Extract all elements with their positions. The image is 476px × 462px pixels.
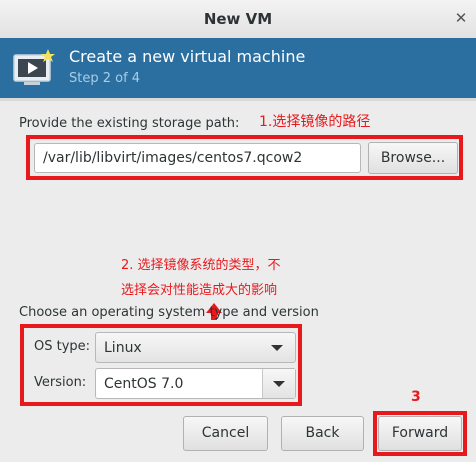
- chevron-down-icon: [271, 345, 283, 351]
- storage-path-label: Provide the existing storage path:: [19, 116, 240, 131]
- window-title: New VM: [203, 10, 273, 28]
- os-type-label: OS type:: [34, 339, 91, 354]
- os-section-label: Choose an operating system type and vers…: [19, 305, 319, 320]
- title-bar: New VM ✕: [0, 0, 476, 39]
- back-button[interactable]: Back: [281, 416, 364, 451]
- annotation-step1: 1.选择镜像的路径: [259, 114, 371, 130]
- os-type-value: Linux: [104, 340, 142, 356]
- os-version-label: Version:: [34, 375, 87, 390]
- page-heading: Create a new virtual machine: [69, 47, 306, 66]
- close-icon[interactable]: ✕: [446, 0, 476, 36]
- annotation-step2-line2: 选择会对性能造成大的影响: [121, 283, 278, 298]
- annotation-step2-line1: 2. 选择镜像系统的类型，不: [121, 258, 281, 273]
- os-type-select[interactable]: Linux: [95, 332, 296, 363]
- vm-monitor-icon: [13, 49, 55, 85]
- os-version-value: CentOS 7.0: [104, 376, 184, 392]
- annotation-step3: 3: [411, 389, 421, 405]
- highlight-forward-box: [373, 411, 467, 456]
- os-version-dropdown-button[interactable]: [262, 369, 295, 398]
- os-version-combo[interactable]: CentOS 7.0: [95, 368, 296, 399]
- header-divider: [0, 98, 476, 101]
- chevron-down-icon: [273, 381, 285, 387]
- header-banner: Create a new virtual machine Step 2 of 4: [0, 38, 476, 98]
- step-indicator: Step 2 of 4: [69, 71, 141, 86]
- highlight-storage-box: [26, 135, 463, 180]
- cancel-button[interactable]: Cancel: [183, 416, 268, 451]
